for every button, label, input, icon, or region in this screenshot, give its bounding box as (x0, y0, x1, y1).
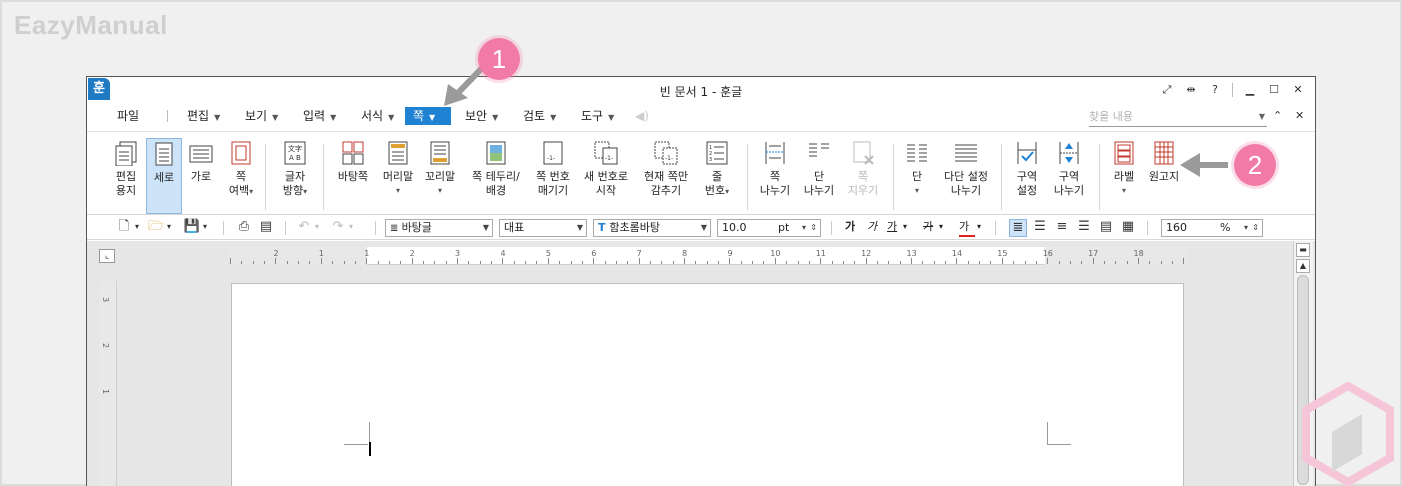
cube-logo-icon (1302, 382, 1394, 486)
annotation-arrows (444, 63, 1228, 177)
arrow-1 (444, 63, 487, 106)
arrow-2 (1180, 153, 1228, 177)
callout-1: 1 (478, 38, 520, 80)
callout-2: 2 (1234, 144, 1276, 186)
